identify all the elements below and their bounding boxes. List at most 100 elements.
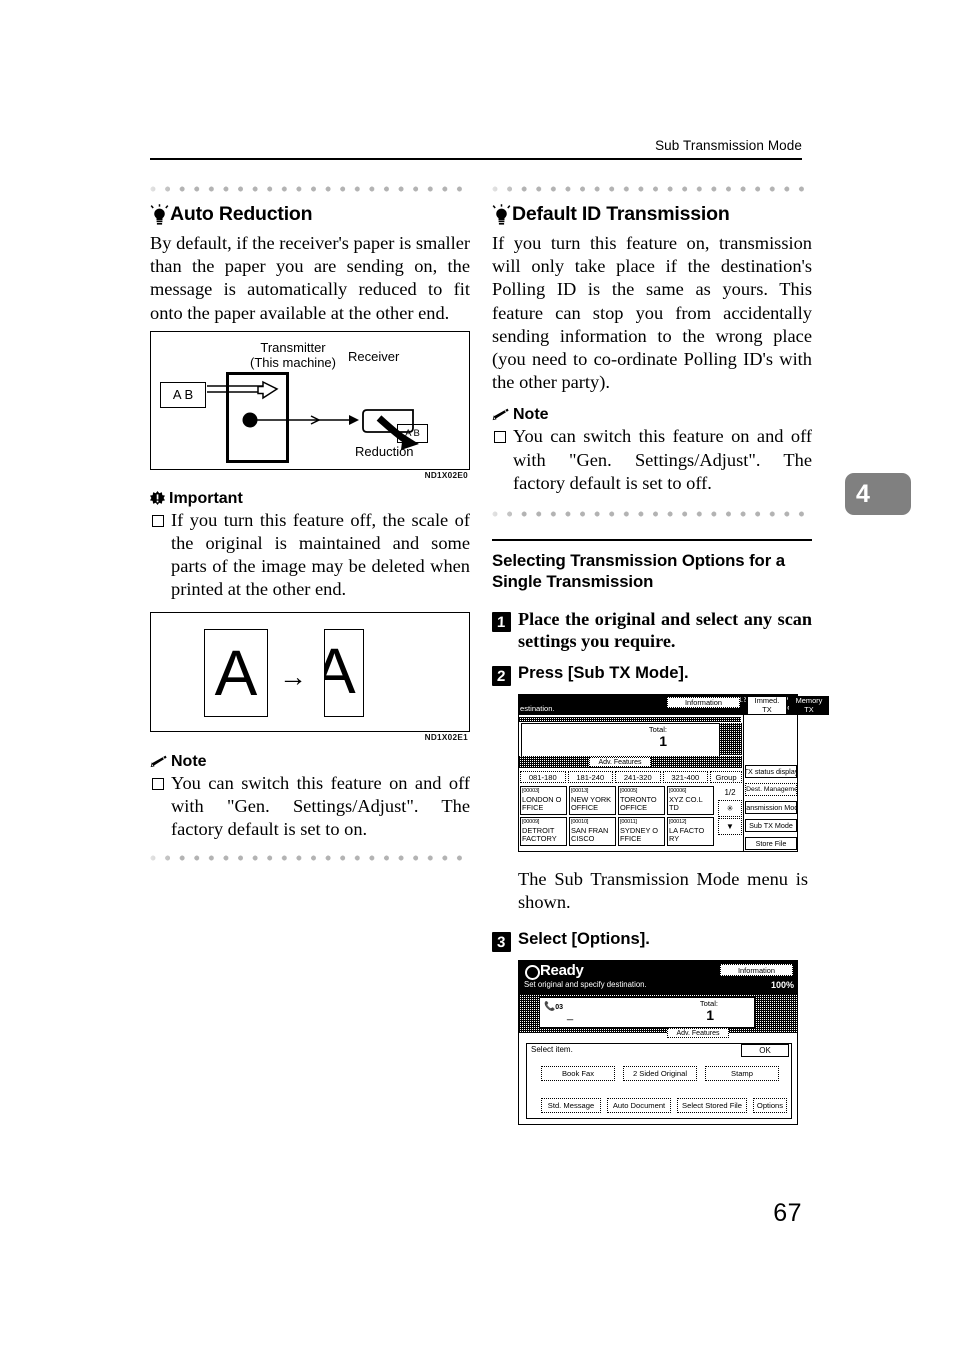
lcd2-select-stored-file-button[interactable]: Select Stored File xyxy=(677,1098,747,1114)
lcd1-information-button[interactable]: Information xyxy=(667,697,740,709)
note-heading-right: Note xyxy=(492,406,812,424)
lcd1-destination-entry-box[interactable]: Total: 1 xyxy=(521,723,720,758)
section-title: Auto Reduction xyxy=(170,203,313,225)
lcd1-destination-4[interactable]: [00009] DETROIT FACTORY xyxy=(520,817,567,847)
lcd1-immediate-tx-button[interactable]: Immed. TX xyxy=(747,696,787,716)
lcd2-destination-entry-box[interactable]: 📞03 _ Total: 1 xyxy=(539,997,755,1029)
step-text-3: Select [Options]. xyxy=(518,929,650,949)
lcd2-adv-features-button[interactable]: Adv. Features xyxy=(667,1028,729,1039)
figure2-code: ND1X02E1 xyxy=(424,732,468,742)
note-heading-left: Note xyxy=(150,753,470,771)
lcd1-memory-tx-button[interactable]: Memory TX xyxy=(789,696,829,716)
note-bullet-row-left: You can switch this feature on and off w… xyxy=(152,772,470,842)
subsection-heading-line2: Single Transmission xyxy=(492,572,654,592)
pencil-icon xyxy=(150,755,167,769)
lcd1-destination-3[interactable]: [00006] XYZ CO.L TD xyxy=(667,786,714,816)
lcd1-destination-5[interactable]: [00010] SAN FRAN CISCO xyxy=(569,817,616,847)
figure2-right-letter: A xyxy=(325,630,356,714)
lcd1-destination-label: estination. xyxy=(520,704,555,714)
lcd1-destination-row-1: [00003] LONDON O FFICE [00013] NEW YORK OF… xyxy=(520,786,716,816)
figure-scale-maintained: A → A ND1X02E1 xyxy=(150,611,470,742)
lcd1-range-tab-3[interactable]: 321-400 xyxy=(662,771,708,784)
header-rule xyxy=(150,158,802,160)
important-icon xyxy=(150,491,165,506)
lcd2-information-button[interactable]: Information xyxy=(720,964,793,977)
subsection-heading: Selecting Transmission Options for a Sin… xyxy=(492,550,812,592)
page-number: 67 xyxy=(773,1199,802,1227)
lcd1-tx-status-display-button[interactable]: TX status display xyxy=(745,765,797,779)
lcd2-stamp-button[interactable]: Stamp xyxy=(705,1066,779,1082)
lcd1-destination-2[interactable]: [00005] TORONTO OFFICE xyxy=(618,786,665,816)
checkbox-bullet-icon xyxy=(152,514,164,527)
step-text-2: Press [Sub TX Mode]. xyxy=(518,663,689,683)
lcd1-store-file-button[interactable]: Store File xyxy=(745,837,797,851)
lcd2-zoom-percent: 100% xyxy=(770,980,794,991)
lcd1-destination-row-2: [00009] DETROIT FACTORY [00010] SAN FRAN C… xyxy=(520,817,716,847)
lcd1-dest-management-button[interactable]: ▤ Dest. Management xyxy=(745,783,797,797)
lcd1-scroll-up-button[interactable]: ✳ xyxy=(718,800,742,818)
figure2-frame: A → A xyxy=(150,611,470,732)
note-title-right: Note xyxy=(513,406,549,424)
checkbox-bullet-icon xyxy=(152,777,164,790)
chapter-tab: 4 xyxy=(845,473,911,515)
section-heading-auto-reduction: Auto Reduction xyxy=(150,203,470,226)
important-bullet-text: If you turn this feature off, the scale … xyxy=(171,509,470,600)
step-1: 1 Place the original and select any scan… xyxy=(492,608,812,652)
dotted-rule-bottom-left xyxy=(150,855,470,865)
lcd2-options-button[interactable]: Options xyxy=(753,1098,787,1114)
lcd1-range-tab-2[interactable]: 241-320 xyxy=(615,771,661,784)
lcd1-sub-tx-mode-button[interactable]: Sub TX Mode xyxy=(745,819,797,833)
dotted-rule-top-right xyxy=(492,186,812,195)
lcd2-ok-button[interactable]: OK xyxy=(741,1044,789,1058)
lcd1-destination-7[interactable]: [00012] LA FACTO RY xyxy=(667,817,714,847)
step-number-3: 3 xyxy=(492,932,511,953)
lcd2-status-text: Ready xyxy=(540,962,584,980)
lcd1-scroll-down-button[interactable]: ▼ xyxy=(718,818,742,836)
auto-reduction-paragraph: By default, if the receiver's paper is s… xyxy=(150,233,470,323)
step-2: 2 Press [Sub TX Mode]. xyxy=(492,662,812,687)
right-column: Default ID Transmission If you turn this… xyxy=(492,186,829,1126)
lcd1-destination-grid: [00003] LONDON O FFICE [00013] NEW YORK OF… xyxy=(520,786,716,848)
step-number-1: 1 xyxy=(492,612,511,633)
lcd1-destination-6[interactable]: [00011] SYDNEY O FFICE xyxy=(618,817,665,847)
important-title: Important xyxy=(169,489,243,507)
figure1-reduction-label: Reduction xyxy=(355,443,414,459)
lcd1-transmission-mode-button[interactable]: Transmission Mode xyxy=(745,801,797,815)
dotted-rule-top xyxy=(150,186,470,195)
dotted-rule-right xyxy=(492,511,812,521)
lcd1-destination-1[interactable]: [00013] NEW YORK OFFICE xyxy=(569,786,616,816)
lcd2-auto-document-button[interactable]: Auto Document xyxy=(607,1098,671,1114)
step-text-1: Place the original and select any scan s… xyxy=(518,609,812,652)
lcd-screenshot-sub-tx-mode[interactable]: AUG 12,2001 7:38PM estination. 100% Info… xyxy=(518,694,829,853)
lcd1-hatch-strip-top xyxy=(519,717,741,723)
figure1-output-page: A B xyxy=(397,423,428,443)
figure-auto-reduction: Transmitter (This machine) A B Receiver … xyxy=(150,330,470,480)
lcd-screenshot-options[interactable]: Ready Set original and specify destinati… xyxy=(518,960,798,1126)
step-3: 3 Select [Options]. xyxy=(492,928,812,953)
figure1-code: ND1X02E0 xyxy=(424,470,468,480)
chapter-number: 4 xyxy=(856,479,870,508)
lcd1-group-tab[interactable]: Group xyxy=(710,771,742,784)
note-title-left: Note xyxy=(171,752,207,770)
lcd2-book-fax-button[interactable]: Book Fax xyxy=(541,1066,615,1082)
lcd1-range-tabs: 081-180 181-240 241-320 321-400 Group xyxy=(520,771,742,784)
note-bullet-row-right: You can switch this feature on and off w… xyxy=(494,425,812,495)
after-step2-text: The Sub Transmission Mode menu is shown. xyxy=(518,869,808,913)
lightbulb-icon xyxy=(150,204,169,226)
lcd1-range-tab-0[interactable]: 081-180 xyxy=(520,771,566,784)
handset-icon: 📞03 xyxy=(544,1001,564,1012)
lcd1-page-indicator: 1/2 xyxy=(724,788,736,798)
figure1-frame: Transmitter (This machine) A B Receiver … xyxy=(150,330,470,470)
section-title: Default ID Transmission xyxy=(512,203,730,225)
figure1-receiver-label: Receiver xyxy=(348,348,400,364)
figure2-arrow-icon: → xyxy=(279,660,307,692)
subsection-rule xyxy=(492,539,812,542)
running-head: Sub Transmission Mode xyxy=(655,138,802,153)
lcd1-range-tab-1[interactable]: 181-240 xyxy=(567,771,613,784)
lcd1-adv-features-button[interactable]: Adv. Features xyxy=(589,757,651,768)
lcd2-two-sided-original-button[interactable]: 2 Sided Original xyxy=(623,1066,697,1082)
lcd2-std-message-button[interactable]: Std. Message xyxy=(541,1098,601,1114)
lcd1-destination-0[interactable]: [00003] LONDON O FFICE xyxy=(520,786,567,816)
section-heading-default-id: Default ID Transmission xyxy=(492,203,812,226)
lcd1-hatch-right-of-total xyxy=(719,723,742,756)
